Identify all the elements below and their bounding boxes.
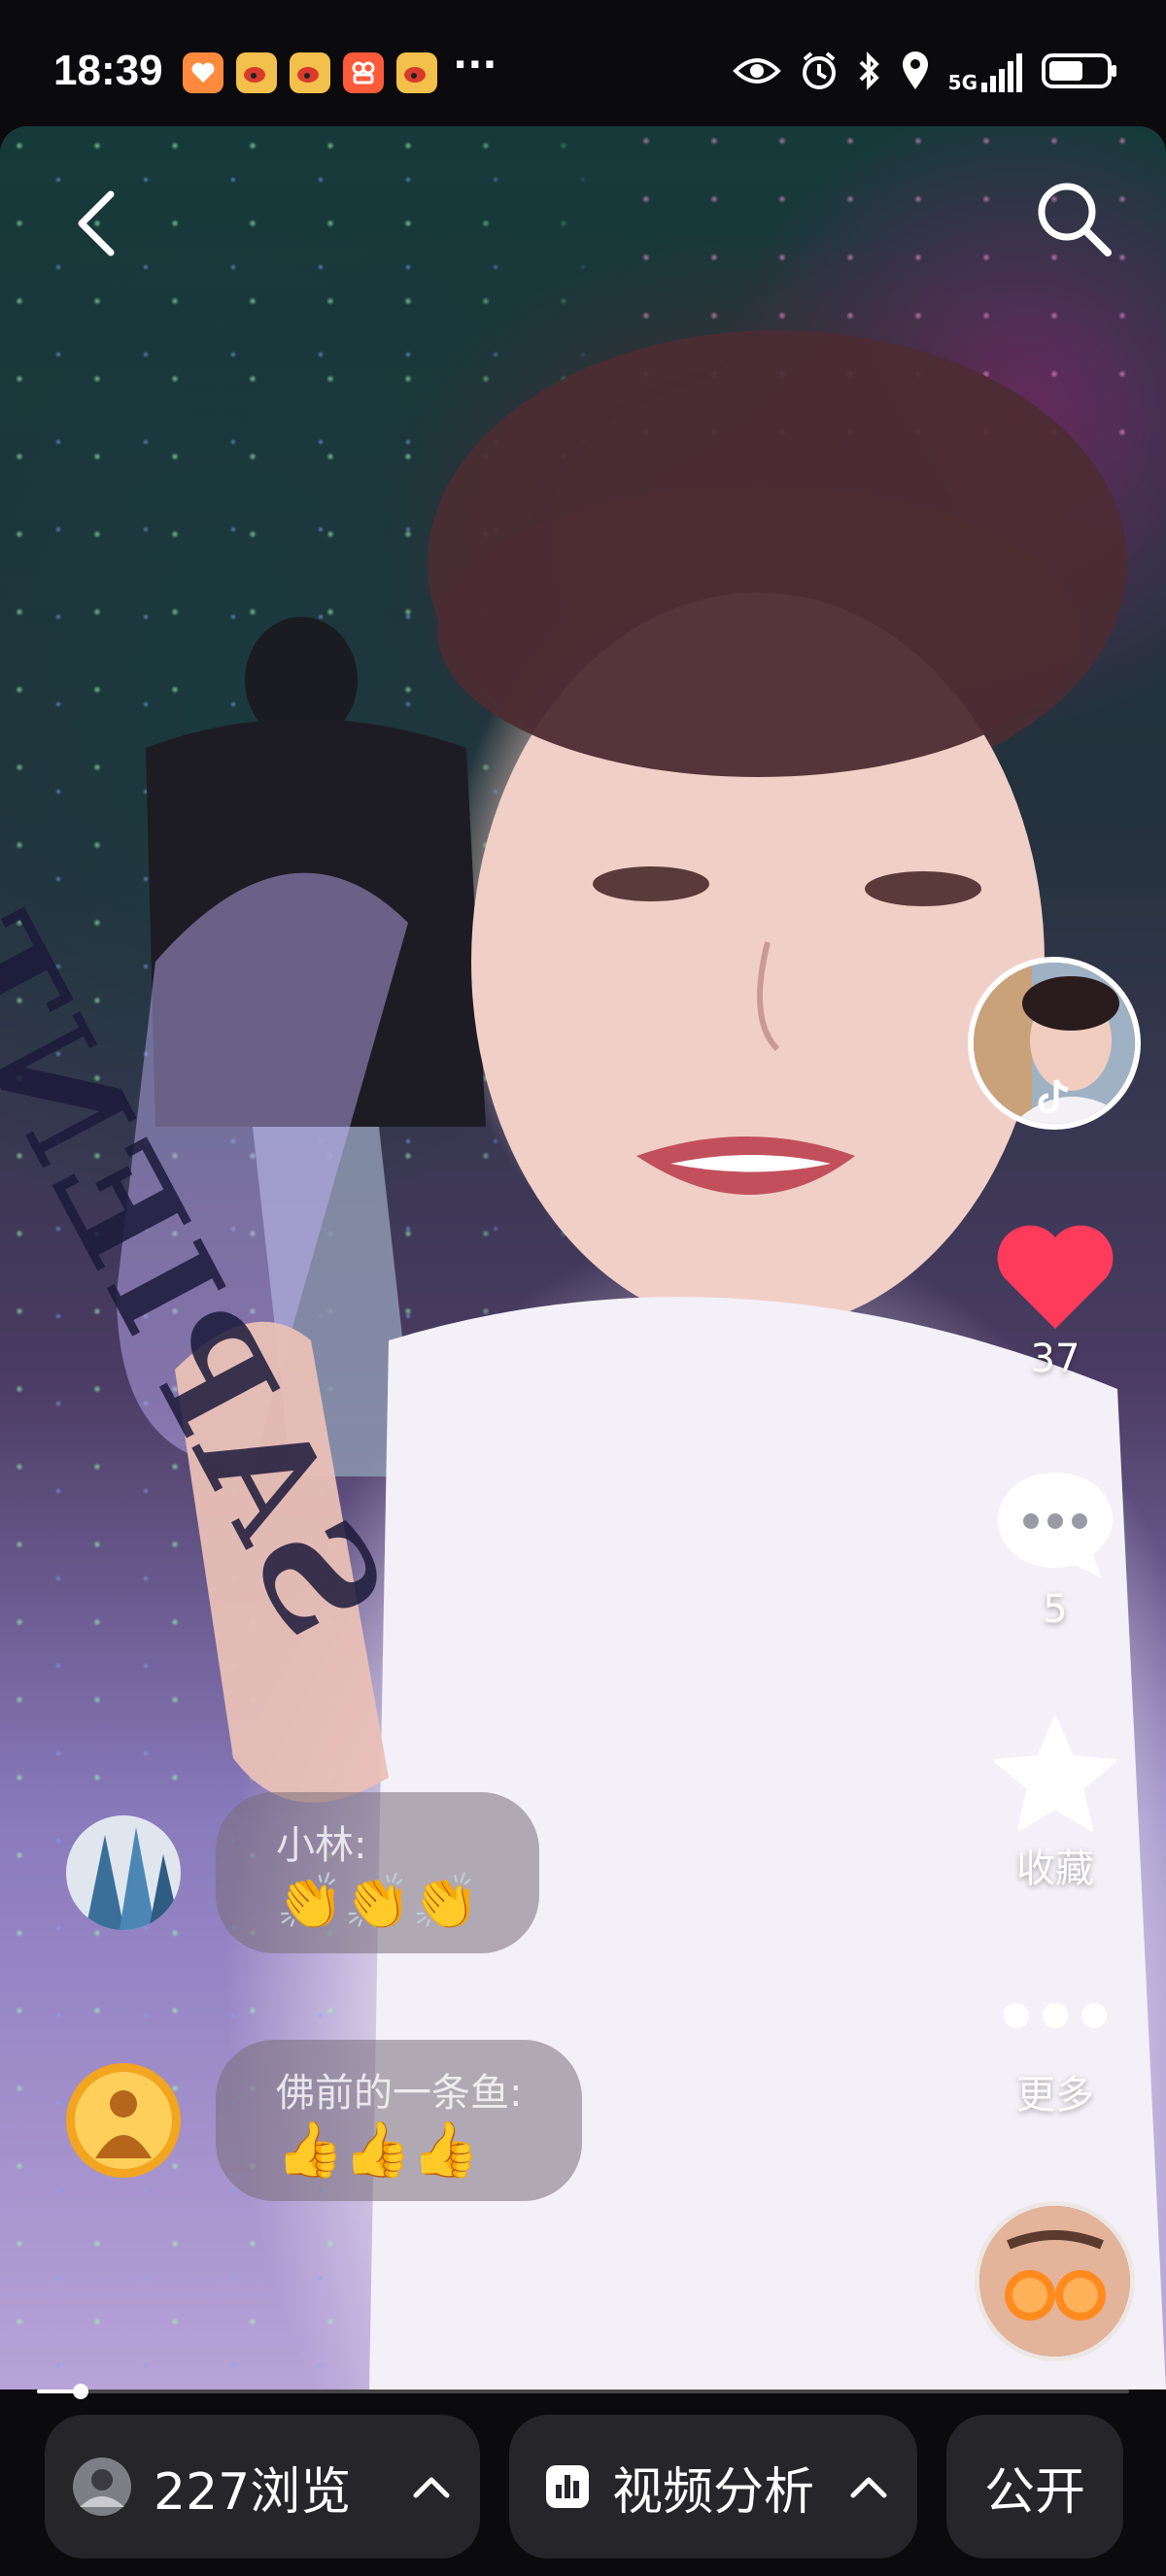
more-button[interactable]: 更多 xyxy=(977,1991,1133,2119)
comment-bubble-icon xyxy=(998,1473,1113,1577)
weibo-notification-icon xyxy=(236,52,277,93)
favorite-label: 收藏 xyxy=(1016,1847,1094,1891)
music-disc[interactable] xyxy=(975,2201,1135,2361)
eye-icon xyxy=(732,54,781,91)
weibo-notification-icon-2 xyxy=(290,52,330,93)
comment-text: 👍👍👍 xyxy=(276,2118,480,2182)
more-label: 更多 xyxy=(1016,2073,1094,2118)
video-app-notification-icon xyxy=(343,52,384,93)
floating-comment[interactable]: 小林: 👏👏👏 xyxy=(66,1792,540,1953)
comment-author: 小林: xyxy=(276,1823,367,1868)
status-time: 18:39 xyxy=(53,47,163,94)
chevron-up-icon xyxy=(850,2477,887,2498)
buddha-avatar-image xyxy=(66,2063,181,2178)
viewer-avatar-icon xyxy=(73,2457,131,2516)
back-arrow-icon xyxy=(78,190,115,256)
building-avatar-image xyxy=(66,1815,181,1930)
alarm-icon xyxy=(799,51,840,95)
video-analysis-label: 视频分析 xyxy=(612,2462,815,2522)
visibility-label: 公开 xyxy=(983,2462,1085,2522)
comment-avatar[interactable] xyxy=(66,2063,181,2178)
battery-icon xyxy=(1042,51,1119,94)
tiktok-logo-icon xyxy=(1037,1078,1072,1126)
more-dots-icon xyxy=(1004,2003,1107,2028)
location-icon xyxy=(900,51,931,95)
video-progress-bar[interactable] xyxy=(37,2384,1129,2399)
video-progress-knob[interactable] xyxy=(72,2384,88,2399)
signal-icon: 5G xyxy=(948,53,1024,92)
views-label: 227浏览 xyxy=(154,2462,352,2522)
bluetooth-icon xyxy=(857,51,882,95)
comment-bubble: 小林: 👏👏👏 xyxy=(216,1792,540,1953)
back-button[interactable] xyxy=(68,185,126,262)
comment-count: 5 xyxy=(1043,1587,1068,1632)
favorite-button[interactable]: 收藏 xyxy=(977,1714,1133,1893)
search-icon xyxy=(1038,183,1112,256)
video-analysis-button[interactable]: 视频分析 xyxy=(509,2415,917,2559)
status-bar: 18:39 ··· 5G xyxy=(0,0,1166,126)
status-icons: 5G xyxy=(732,49,1119,97)
like-count: 37 xyxy=(1030,1337,1080,1381)
visibility-button[interactable]: 公开 xyxy=(946,2415,1123,2559)
floating-comment[interactable]: 佛前的一条鱼: 👍👍👍 xyxy=(66,2040,583,2201)
like-button[interactable]: 37 xyxy=(977,1224,1133,1381)
views-button[interactable]: 227浏览 xyxy=(45,2415,480,2559)
chevron-up-icon xyxy=(413,2477,450,2498)
comment-author: 佛前的一条鱼: xyxy=(276,2071,523,2116)
star-icon xyxy=(994,1716,1116,1831)
search-button[interactable] xyxy=(1030,175,1117,262)
more-notifications-indicator: ··· xyxy=(453,43,497,87)
comment-text: 👏👏👏 xyxy=(276,1871,480,1934)
music-disc-image xyxy=(979,2206,1130,2356)
comment-avatar[interactable] xyxy=(66,1815,181,1930)
analytics-icon xyxy=(546,2465,589,2508)
comment-button[interactable]: 5 xyxy=(977,1467,1133,1632)
comment-bubble: 佛前的一条鱼: 👍👍👍 xyxy=(216,2040,583,2201)
weibo-notification-icon-3 xyxy=(396,52,437,93)
heart-icon xyxy=(997,1225,1114,1329)
network-type-label: 5G xyxy=(947,71,977,94)
heart-app-notification-icon xyxy=(183,52,223,93)
